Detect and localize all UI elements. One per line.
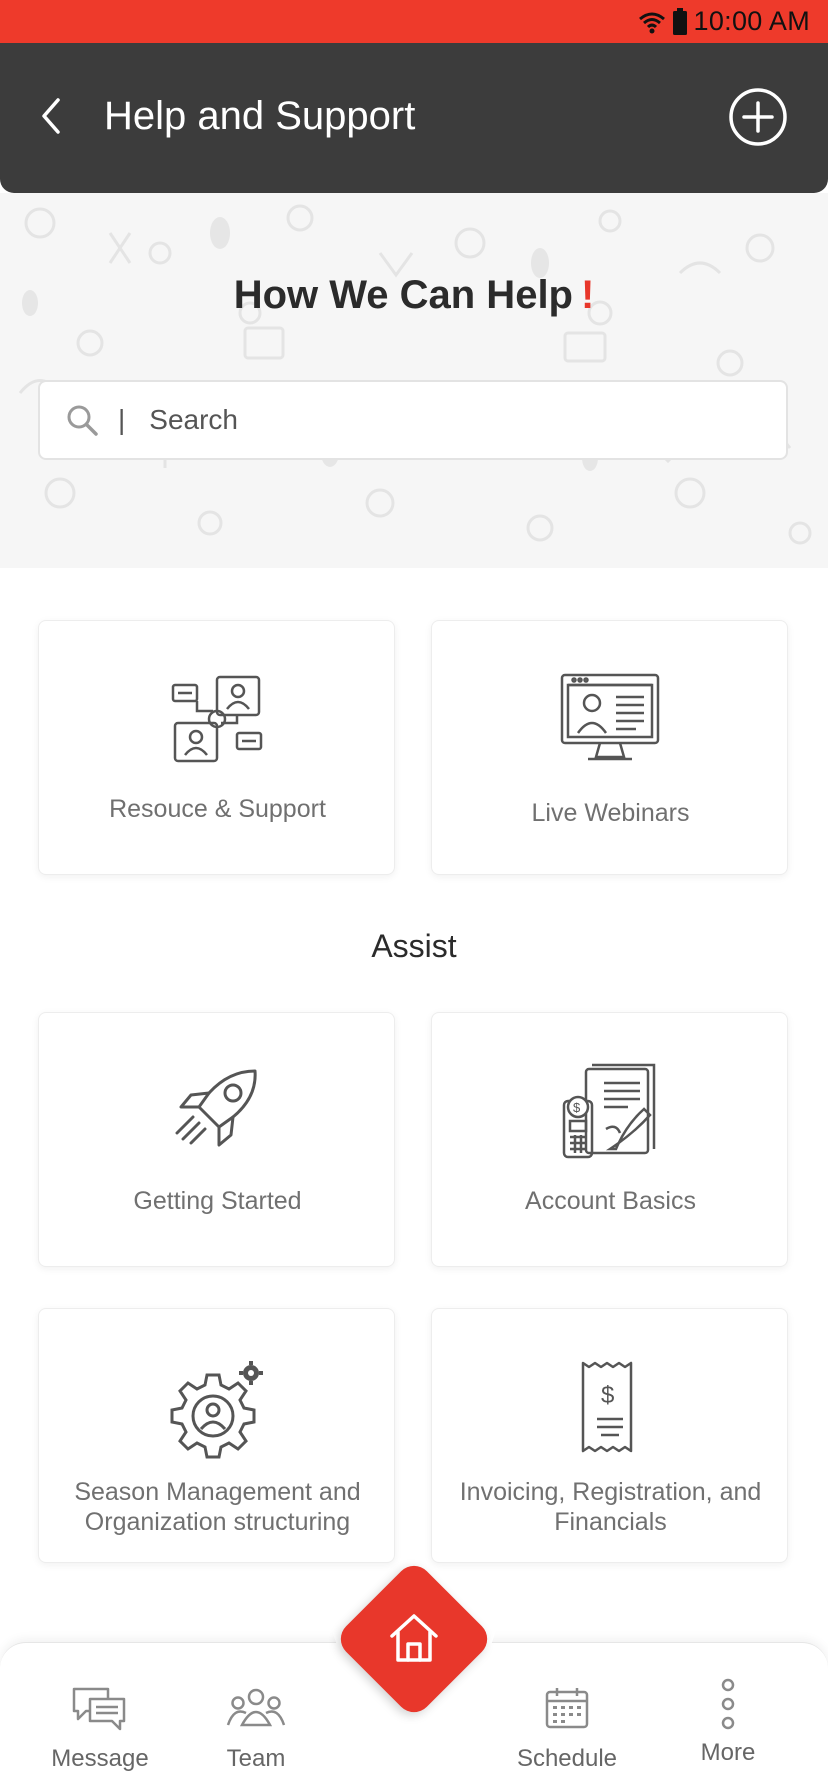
card-invoicing[interactable]: $ Invoicing, Registration, and Financial… <box>431 1308 788 1563</box>
battery-icon <box>672 7 687 35</box>
card-getting-started[interactable]: Getting Started <box>38 1012 395 1267</box>
nav-schedule[interactable]: Schedule <box>512 1643 622 1792</box>
rocket-icon <box>175 1069 257 1147</box>
status-time: 10:00 AM <box>693 6 810 36</box>
card-season-management[interactable]: Season Management and Organization struc… <box>38 1308 395 1563</box>
nav-label: Team <box>226 1745 286 1772</box>
plus-circle-icon <box>729 88 787 146</box>
home-icon <box>390 1614 438 1662</box>
nav-more[interactable]: More <box>678 1643 778 1792</box>
search-box[interactable]: | <box>38 380 788 460</box>
nav-team[interactable]: Team <box>206 1643 306 1792</box>
nav-message[interactable]: Message <box>50 1643 150 1792</box>
card-label: Live Webinars <box>531 799 690 827</box>
resource-network-icon <box>171 675 262 763</box>
nav-label: Message <box>51 1745 149 1772</box>
status-bar: 10:00 AM <box>0 0 828 43</box>
hero-banner: How We Can Help! | <box>0 193 828 568</box>
section-title-assist: Assist <box>371 928 457 964</box>
account-document-icon: $ <box>562 1063 655 1159</box>
page-title: Help and Support <box>104 94 416 138</box>
message-icon <box>72 1687 126 1731</box>
card-label: Resouce & Support <box>109 795 326 823</box>
user-gear-icon <box>170 1361 263 1459</box>
svg-text:$: $ <box>573 1100 581 1115</box>
more-vertical-icon <box>721 1678 735 1730</box>
search-divider: | <box>118 404 126 435</box>
wifi-icon <box>638 12 665 33</box>
calendar-icon <box>545 1688 589 1729</box>
svg-text:$: $ <box>601 1382 614 1409</box>
webinar-monitor-icon <box>560 673 659 761</box>
search-input[interactable] <box>149 404 710 436</box>
card-account-basics[interactable]: $ Account Basics <box>431 1012 788 1267</box>
team-icon <box>226 1688 286 1727</box>
back-button[interactable] <box>34 91 68 141</box>
add-button[interactable] <box>728 87 788 147</box>
card-live-webinars[interactable]: Live Webinars <box>431 620 788 875</box>
nav-label: More <box>700 1739 756 1766</box>
chevron-left-icon <box>42 98 60 134</box>
receipt-icon: $ <box>581 1361 632 1453</box>
card-label: Account Basics <box>525 1187 696 1215</box>
search-icon <box>67 405 98 436</box>
card-label: Invoicing, Registration, and Financials <box>459 1478 762 1536</box>
card-label: Season Management and Organization struc… <box>74 1478 361 1536</box>
hero-title-accent: ! <box>580 273 595 317</box>
app-header: Help and Support <box>0 43 828 193</box>
nav-label: Schedule <box>516 1745 618 1772</box>
hero-title: How We Can Help! <box>233 273 595 317</box>
card-label: Getting Started <box>133 1187 302 1215</box>
card-resource-support[interactable]: Resouce & Support <box>38 620 395 875</box>
